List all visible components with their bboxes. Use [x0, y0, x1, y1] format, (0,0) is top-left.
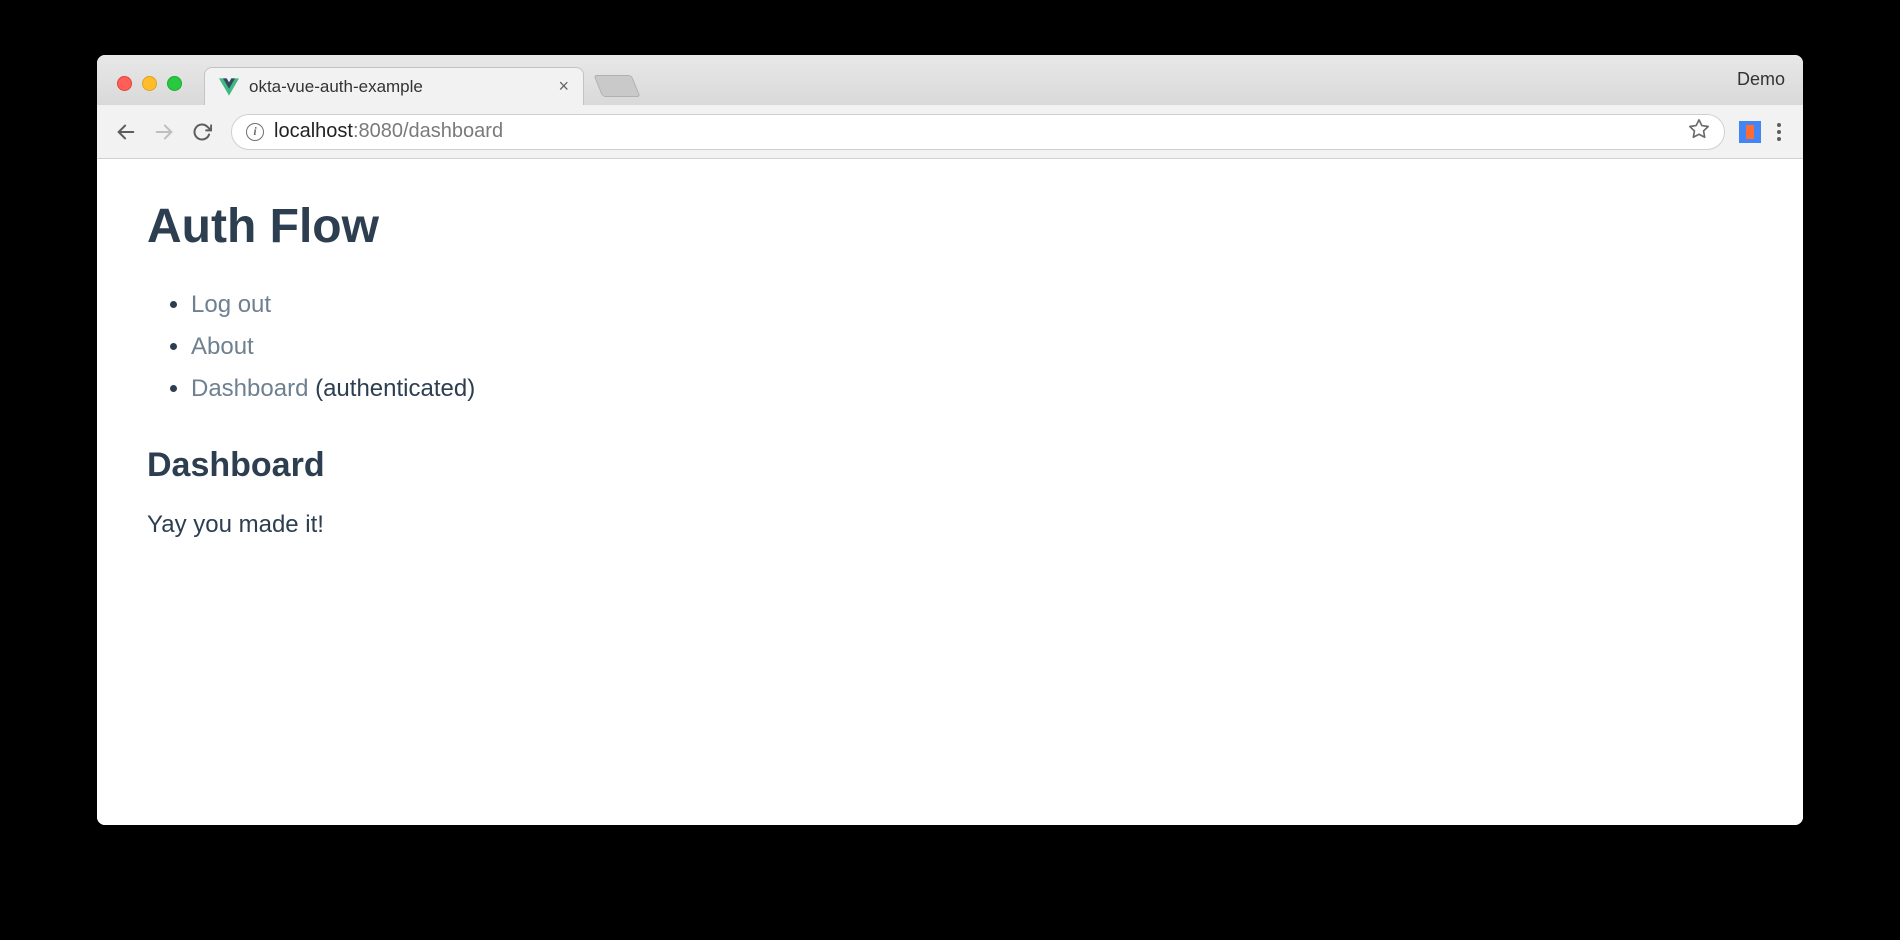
address-bar[interactable]: i localhost:8080/dashboard [231, 114, 1725, 150]
browser-menu-icon[interactable] [1769, 123, 1789, 141]
tab-close-icon[interactable]: × [558, 76, 569, 97]
page-content: Auth Flow Log out About Dashboard (authe… [97, 159, 1803, 825]
back-button[interactable] [111, 117, 141, 147]
window-controls [109, 76, 190, 105]
page-title: Auth Flow [147, 199, 1753, 254]
browser-toolbar: i localhost:8080/dashboard [97, 105, 1803, 159]
nav-annotation: (authenticated) [308, 375, 475, 402]
close-window-button[interactable] [117, 76, 132, 91]
profile-label[interactable]: Demo [1737, 69, 1785, 90]
bookmark-star-icon[interactable] [1688, 118, 1710, 145]
tab-title: okta-vue-auth-example [249, 77, 548, 97]
browser-window: okta-vue-auth-example × Demo i localhost… [97, 55, 1803, 825]
message-text: Yay you made it! [147, 511, 1753, 539]
tab-strip: okta-vue-auth-example × Demo [97, 55, 1803, 105]
new-tab-button[interactable] [594, 75, 641, 97]
section-heading: Dashboard [147, 446, 1753, 485]
vue-favicon-icon [219, 77, 239, 97]
list-item: Dashboard (authenticated) [191, 368, 1753, 410]
nav-list: Log out About Dashboard (authenticated) [147, 284, 1753, 410]
about-link[interactable]: About [191, 333, 254, 360]
url-host: localhost [274, 120, 353, 143]
url-text: localhost:8080/dashboard [274, 120, 503, 143]
forward-button[interactable] [149, 117, 179, 147]
lighthouse-extension-icon[interactable] [1739, 121, 1761, 143]
url-path: :8080/dashboard [353, 120, 503, 143]
logout-link[interactable]: Log out [191, 291, 271, 318]
maximize-window-button[interactable] [167, 76, 182, 91]
list-item: About [191, 326, 1753, 368]
minimize-window-button[interactable] [142, 76, 157, 91]
dashboard-link[interactable]: Dashboard [191, 375, 308, 402]
list-item: Log out [191, 284, 1753, 326]
reload-button[interactable] [187, 117, 217, 147]
browser-tab[interactable]: okta-vue-auth-example × [204, 67, 584, 105]
site-info-icon[interactable]: i [246, 123, 264, 141]
